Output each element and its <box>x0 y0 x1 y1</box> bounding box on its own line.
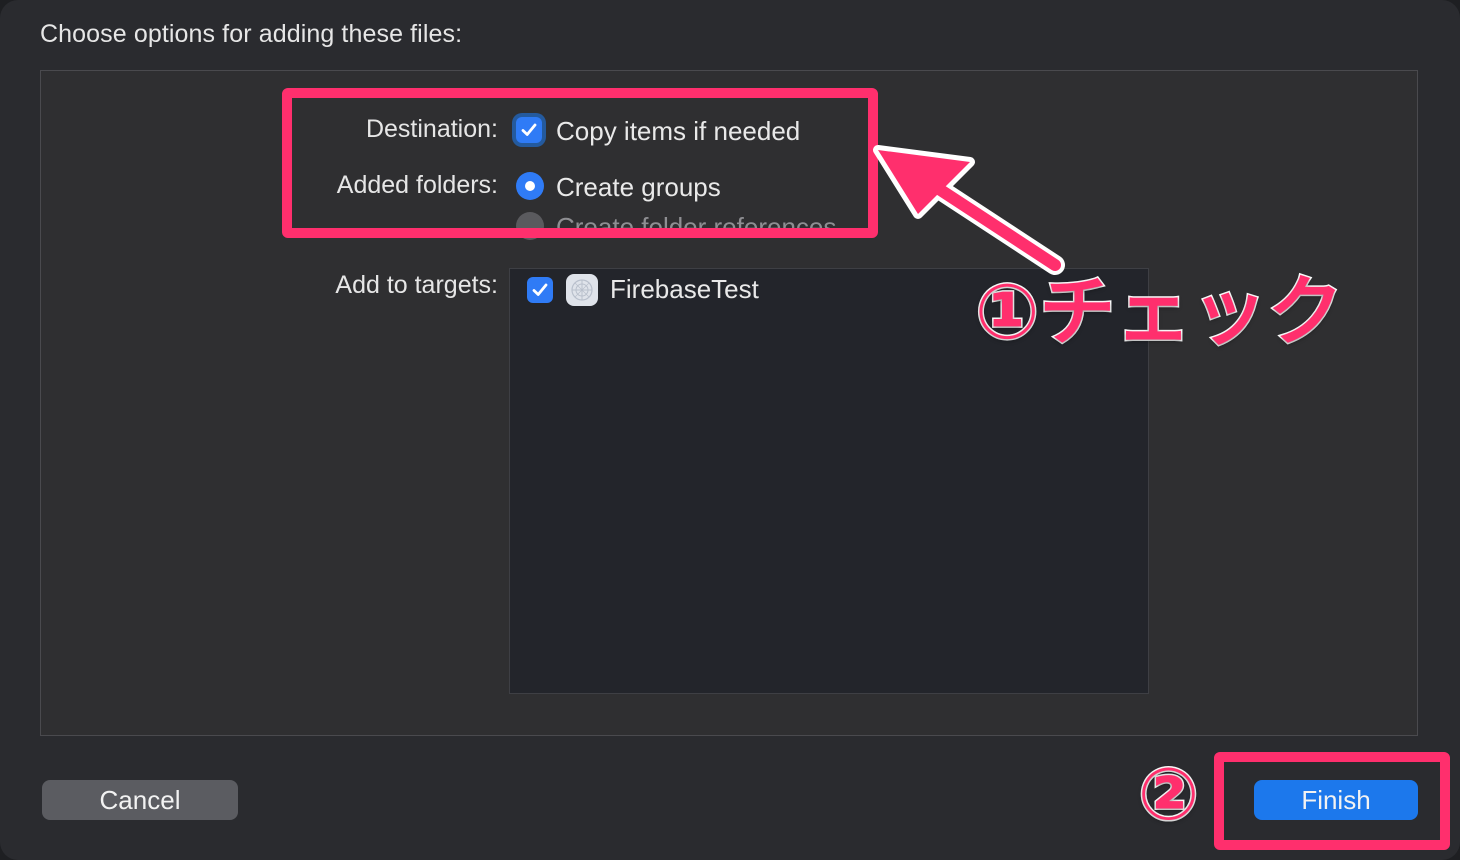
target-checkbox[interactable] <box>527 277 553 303</box>
app-grid-icon <box>571 279 593 301</box>
add-to-targets-label: Add to targets: <box>335 271 498 299</box>
annotation-step2: ② <box>1137 751 1201 838</box>
highlight-box-finish <box>1214 752 1450 850</box>
app-target-icon <box>566 274 598 306</box>
dialog-header: Choose options for adding these files: <box>40 20 463 48</box>
target-name: FirebaseTest <box>610 274 759 304</box>
annotation-step1: ①チェック <box>973 266 1344 358</box>
checkmark-icon <box>532 283 548 296</box>
highlight-box-options <box>282 88 878 238</box>
cancel-button[interactable]: Cancel <box>42 780 238 820</box>
